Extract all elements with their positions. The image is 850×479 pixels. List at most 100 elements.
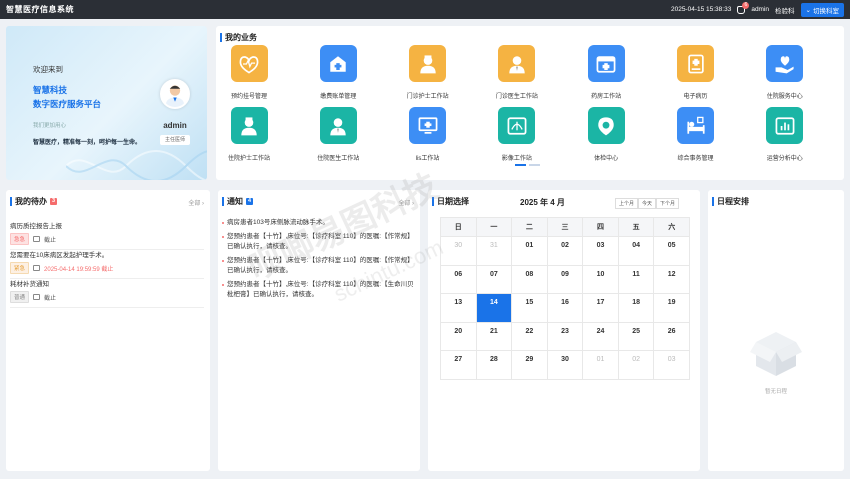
todo-more-link[interactable]: 全部 › <box>188 198 204 207</box>
business-tile[interactable]: 影像工作站 <box>482 107 552 162</box>
business-tile-label: 影像工作站 <box>501 156 532 162</box>
business-tile[interactable]: 体检中心 <box>571 107 641 162</box>
business-tile[interactable]: 电子病历 <box>661 45 731 100</box>
calendar-day[interactable]: 10 <box>582 264 619 294</box>
business-tile-label: 药房工作站 <box>591 94 622 100</box>
carousel-pager[interactable] <box>515 164 540 166</box>
notice-item[interactable]: 您预约患者【十竹】,床位号:【诊疗科室 110】的医嘱:【作常规】已确认执行，请… <box>222 232 414 252</box>
bell-icon[interactable]: 6 <box>737 1 750 14</box>
calendar-day[interactable]: 07 <box>475 264 513 294</box>
welcome-role: 主任医师 <box>160 135 190 145</box>
calendar-day[interactable]: 03 <box>653 350 690 380</box>
switch-department-button[interactable]: ⌄ 切换科室 <box>800 2 844 17</box>
calendar-day[interactable]: 12 <box>653 264 690 294</box>
calendar-day[interactable]: 18 <box>617 293 655 323</box>
business-tile[interactable]: 缴费账单管理 <box>303 45 373 100</box>
user-name[interactable]: admin <box>751 6 769 13</box>
calendar-day-today[interactable]: 14 <box>475 293 513 323</box>
todo-item-time: 截止 <box>44 295 57 302</box>
calendar-day[interactable]: 17 <box>582 293 619 323</box>
calendar-day[interactable]: 30 <box>546 350 584 380</box>
weekday-header: 二 <box>511 217 548 237</box>
calendar-day[interactable]: 19 <box>653 293 690 323</box>
todo-title: 我的待办 3 <box>10 196 57 207</box>
business-tile[interactable]: 住院护士工作站 <box>214 107 284 162</box>
business-tile-label: 体检中心 <box>594 156 619 162</box>
todo-item-title: 您需要在10床病区发起护理手术。 <box>10 252 109 259</box>
calendar-day[interactable]: 15 <box>511 293 548 323</box>
priority-tag: 普通 <box>10 291 30 303</box>
calendar-day[interactable]: 24 <box>582 321 619 351</box>
imaging-icon <box>498 107 536 144</box>
notice-item[interactable]: 您预约患者【十竹】,床位号:【诊疗科室 110】的医嘱:【生命川贝枇杷膏】已确认… <box>222 280 414 300</box>
dna-helix-decoration <box>66 150 207 180</box>
weekday-header: 六 <box>653 217 690 237</box>
notice-panel: 通知 4 全部 › 病房患者103号床侧脉流动脉手术。您预约患者【十竹】,床位号:… <box>218 190 420 471</box>
calendar-day[interactable]: 20 <box>440 321 477 351</box>
business-tile[interactable]: 预约挂号管理 <box>214 45 284 100</box>
notice-item[interactable]: 您预约患者【十竹】,床位号:【诊疗科室 110】的医嘱:【作常规】已确认执行，请… <box>222 256 414 276</box>
calendar-day[interactable]: 02 <box>617 350 655 380</box>
business-tile[interactable]: lis工作站 <box>393 107 463 162</box>
business-tile[interactable]: 综合事务管理 <box>661 107 731 162</box>
todo-item[interactable]: 您需要在10床病区发起护理手术。紧急 2025-04-14 19:59:59 截止 <box>10 249 204 279</box>
calendar-day[interactable]: 03 <box>582 236 619 266</box>
notice-more-link[interactable]: 全部 › <box>398 198 414 207</box>
calendar-day[interactable]: 21 <box>475 321 513 351</box>
business-tile[interactable]: 运营分析中心 <box>750 107 820 162</box>
calendar-day[interactable]: 29 <box>511 350 548 380</box>
business-tile[interactable]: 门诊医生工作站 <box>482 45 552 100</box>
calendar-day[interactable]: 01 <box>511 236 548 266</box>
medical-record-icon <box>677 45 714 82</box>
notice-item[interactable]: 病房患者103号床侧脉流动脉手术。 <box>222 218 414 228</box>
calendar-day[interactable]: 31 <box>475 236 513 266</box>
calendar-day[interactable]: 08 <box>511 264 548 294</box>
heartbeat-icon <box>230 45 268 82</box>
chevron-right-icon: › <box>202 201 204 207</box>
business-tile[interactable]: 门诊护士工作站 <box>393 45 463 100</box>
todo-item-time: 2025-04-14 19:59:59 截止 <box>44 266 114 273</box>
business-tile[interactable]: 药房工作站 <box>571 45 641 100</box>
calendar-day[interactable]: 28 <box>475 350 513 380</box>
priority-tag: 急急 <box>10 233 30 245</box>
business-tile-label: 住院护士工作站 <box>227 156 270 162</box>
todo-item[interactable]: 耗材补货通知 普通 截止 <box>10 278 204 308</box>
bed-icon <box>677 107 714 144</box>
calendar-day[interactable]: 04 <box>617 236 655 266</box>
calendar-day[interactable]: 22 <box>511 321 548 351</box>
prev-month-button[interactable]: 上个月 <box>615 198 639 209</box>
calendar-day[interactable]: 01 <box>582 350 619 380</box>
calendar-day[interactable]: 02 <box>546 236 584 266</box>
calendar-day[interactable]: 25 <box>617 321 655 351</box>
calendar-day[interactable]: 09 <box>546 264 584 294</box>
notice-more-label: 全部 <box>398 201 411 207</box>
divider <box>10 307 204 308</box>
business-tile-label: 门诊医生工作站 <box>495 94 538 100</box>
calendar-day[interactable]: 11 <box>617 264 655 294</box>
weekday-header: 四 <box>582 217 619 237</box>
calendar-day[interactable]: 27 <box>440 350 477 380</box>
business-tile-label: 住院服务中心 <box>766 94 803 100</box>
business-title: 我的业务 <box>220 32 257 43</box>
todo-item[interactable]: 病历质控报告上报 急急 截止 <box>10 220 204 250</box>
calendar-day[interactable]: 23 <box>546 321 584 351</box>
welcome-username: admin <box>163 121 187 130</box>
welcome-line2: 数字医疗服务平台 <box>33 99 102 109</box>
notice-title-text: 通知 <box>227 197 243 206</box>
top-bar: 智慧医疗信息系统 2025-04-15 15:38:33 6 admin 检验科… <box>0 0 850 19</box>
notification-badge: 6 <box>742 1 750 9</box>
business-tile[interactable]: 住院服务中心 <box>750 45 820 100</box>
calendar-day[interactable]: 13 <box>440 293 477 323</box>
calendar-day[interactable]: 06 <box>440 264 477 294</box>
business-panel: 我的业务 预约挂号管理 缴费账单管理 门诊护士工作站 门诊医生工作站 药房工作站 电子病历… <box>216 26 844 180</box>
notice-title: 通知 4 <box>222 196 253 207</box>
priority-tag: 紧急 <box>10 262 30 274</box>
calendar-day[interactable]: 16 <box>546 293 584 323</box>
calendar-day[interactable]: 05 <box>653 236 690 266</box>
business-tile[interactable]: 住院医生工作站 <box>303 107 373 162</box>
next-month-button[interactable]: 下个月 <box>656 198 680 209</box>
today-button[interactable]: 今天 <box>638 198 657 209</box>
calendar-day[interactable]: 30 <box>440 236 477 266</box>
analytics-icon <box>766 107 804 144</box>
calendar-day[interactable]: 26 <box>653 321 690 351</box>
